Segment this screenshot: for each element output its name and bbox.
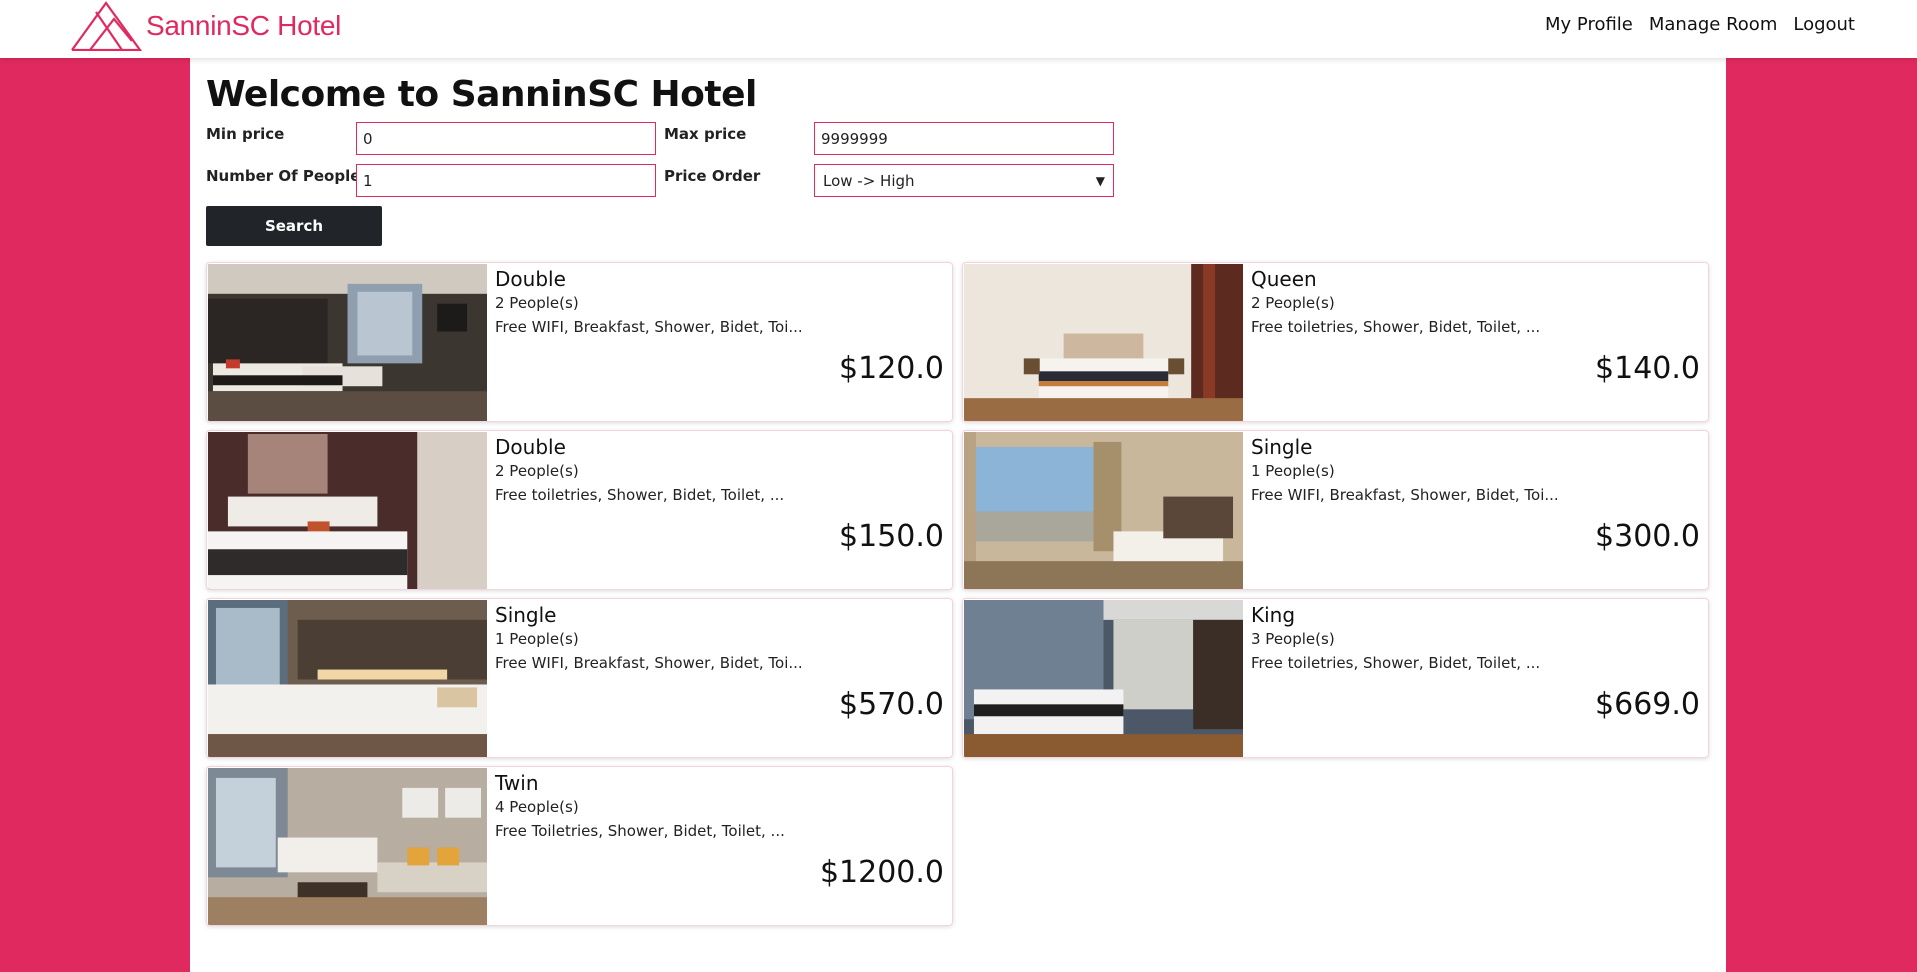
chevron-down-icon: ▼ <box>1095 173 1105 188</box>
room-card[interactable]: King 3 People(s) Free toiletries, Shower… <box>962 598 1709 758</box>
navbar: SanninSC Hotel My Profile Manage Room Lo… <box>0 0 1917 58</box>
room-type: King <box>1251 603 1296 627</box>
room-card[interactable]: Single 1 People(s) Free WIFI, Breakfast,… <box>206 598 953 758</box>
room-amenities: Free WIFI, Breakfast, Shower, Bidet, Toi… <box>1251 486 1559 504</box>
brand-name: SanninSC Hotel <box>146 10 342 41</box>
nav-logout[interactable]: Logout <box>1793 14 1855 35</box>
price-order-label: Price Order <box>664 167 761 185</box>
room-people: 4 People(s) <box>495 798 579 816</box>
room-card[interactable]: Twin 4 People(s) Free Toiletries, Shower… <box>206 766 953 926</box>
people-label: Number Of People <box>206 167 361 185</box>
room-people: 2 People(s) <box>495 462 579 480</box>
room-photo <box>964 600 1243 757</box>
room-people: 1 People(s) <box>495 630 579 648</box>
room-type: Twin <box>495 771 539 795</box>
room-card[interactable]: Double 2 People(s) Free toiletries, Show… <box>206 430 953 590</box>
price-order-value: Low -> High <box>823 171 915 190</box>
room-type: Single <box>1251 435 1313 459</box>
room-photo <box>208 264 487 421</box>
room-people: 2 People(s) <box>1251 294 1335 312</box>
min-price-input[interactable] <box>356 122 656 155</box>
room-photo <box>964 264 1243 421</box>
room-photo <box>208 600 487 757</box>
main-content: Welcome to SanninSC Hotel Min price Max … <box>190 58 1726 972</box>
room-photo <box>208 768 487 925</box>
room-photo <box>208 432 487 589</box>
nav-manage-room[interactable]: Manage Room <box>1649 14 1777 35</box>
max-price-input[interactable] <box>814 122 1114 155</box>
nav-my-profile[interactable]: My Profile <box>1545 14 1633 35</box>
room-price: $1200.0 <box>819 855 944 890</box>
room-amenities: Free toiletries, Shower, Bidet, Toilet, … <box>495 486 785 504</box>
room-people: 2 People(s) <box>495 294 579 312</box>
room-people: 1 People(s) <box>1251 462 1335 480</box>
min-price-label: Min price <box>206 125 285 143</box>
room-amenities: Free toiletries, Shower, Bidet, Toilet, … <box>1251 318 1541 336</box>
room-photo <box>964 432 1243 589</box>
room-price: $120.0 <box>839 351 944 386</box>
search-button[interactable]: Search <box>206 206 382 246</box>
room-amenities: Free WIFI, Breakfast, Shower, Bidet, Toi… <box>495 654 803 672</box>
room-price: $150.0 <box>839 519 944 554</box>
room-card[interactable]: Double 2 People(s) Free WIFI, Breakfast,… <box>206 262 953 422</box>
room-type: Queen <box>1251 267 1317 291</box>
price-order-select[interactable]: Low -> High ▼ <box>814 164 1114 197</box>
page-title: Welcome to SanninSC Hotel <box>206 74 757 115</box>
room-amenities: Free WIFI, Breakfast, Shower, Bidet, Toi… <box>495 318 803 336</box>
room-type: Double <box>495 267 566 291</box>
room-card[interactable]: Single 1 People(s) Free WIFI, Breakfast,… <box>962 430 1709 590</box>
mountain-logo-icon <box>71 1 142 51</box>
room-price: $669.0 <box>1595 687 1700 722</box>
room-type: Double <box>495 435 566 459</box>
room-price: $140.0 <box>1595 351 1700 386</box>
room-price: $300.0 <box>1595 519 1700 554</box>
brand-link[interactable]: SanninSC Hotel <box>70 0 341 52</box>
room-price: $570.0 <box>839 687 944 722</box>
room-amenities: Free Toiletries, Shower, Bidet, Toilet, … <box>495 822 785 840</box>
room-people: 3 People(s) <box>1251 630 1335 648</box>
max-price-label: Max price <box>664 125 747 143</box>
room-amenities: Free toiletries, Shower, Bidet, Toilet, … <box>1251 654 1541 672</box>
room-card[interactable]: Queen 2 People(s) Free toiletries, Showe… <box>962 262 1709 422</box>
nav-links: My Profile Manage Room Logout <box>1545 14 1855 35</box>
room-type: Single <box>495 603 557 627</box>
people-input[interactable] <box>356 164 656 197</box>
